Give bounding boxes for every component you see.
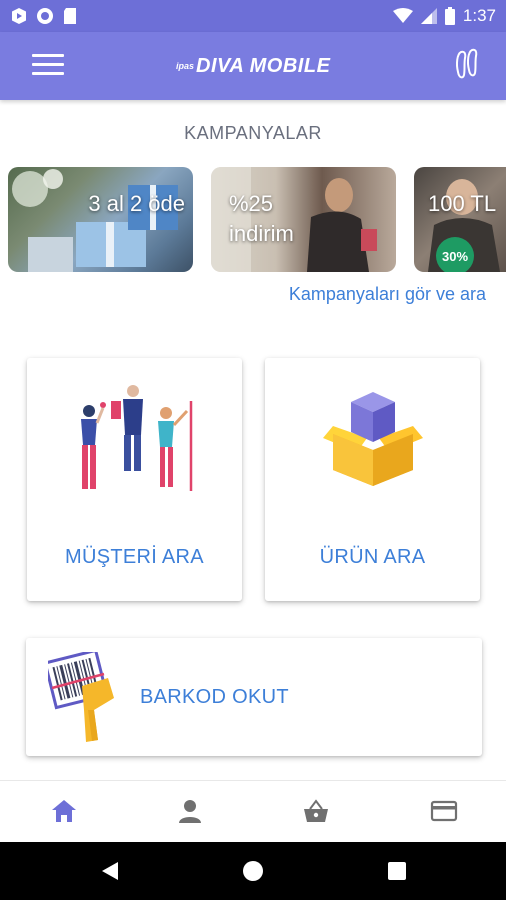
card-icon[interactable] (430, 797, 458, 825)
campaign-label: 100 TL (428, 191, 497, 216)
product-search-card[interactable]: ÜRÜN ARA (265, 358, 480, 601)
barcode-scanner-icon (48, 652, 114, 742)
home-button-icon[interactable] (242, 860, 264, 882)
campaign-label: %25 indirim (229, 191, 294, 246)
customer-people-illustration (81, 385, 193, 491)
logo-text: DIVA MOBILE (196, 54, 331, 77)
customer-search-card[interactable]: MÜŞTERİ ARA (27, 358, 242, 601)
clock: 1:37 (462, 6, 496, 25)
signal-icon (420, 8, 437, 24)
battery-icon (444, 7, 455, 25)
footprint-icon[interactable] (454, 48, 480, 84)
system-navigation-bar (0, 842, 506, 900)
campaign-card[interactable]: 100 TL 30% (414, 167, 506, 272)
product-box-icon (323, 392, 423, 486)
customer-search-label: MÜŞTERİ ARA (65, 546, 204, 568)
product-search-label: ÜRÜN ARA (319, 546, 426, 568)
sd-card-icon (64, 8, 76, 24)
home-icon[interactable] (50, 797, 78, 825)
user-icon[interactable] (176, 797, 204, 825)
barcode-scan-label: BARKOD OKUT (140, 686, 289, 708)
notification-icons (10, 7, 78, 25)
see-campaigns-link[interactable]: Kampanyaları gör ve ara (289, 284, 486, 305)
campaign-card[interactable]: 3 al 2 öde (8, 167, 193, 272)
circle-notification-icon (37, 8, 53, 24)
bottom-navigation (0, 780, 506, 842)
barcode-scan-card[interactable]: BARKOD OKUT (26, 638, 482, 756)
menu-icon[interactable] (32, 54, 64, 78)
system-status: 1:37 (392, 6, 496, 26)
recents-icon[interactable] (388, 862, 406, 880)
back-icon[interactable] (100, 861, 120, 881)
logo-prefix: ipas (176, 61, 195, 71)
basket-icon[interactable] (302, 797, 330, 825)
campaigns-title: KAMPANYALAR (184, 123, 322, 143)
play-notification-icon (12, 8, 26, 24)
app-logo: ipas DIVA MOBILE (176, 50, 336, 82)
status-bar: 1:37 (0, 0, 506, 32)
campaign-card[interactable]: %25 indirim (211, 167, 396, 272)
campaign-label: 3 al 2 öde (88, 191, 185, 216)
campaign-gift-image (12, 169, 178, 272)
app-bar: ipas DIVA MOBILE (0, 32, 506, 100)
wifi-icon (392, 8, 413, 23)
discount-badge: 30% (436, 237, 474, 272)
